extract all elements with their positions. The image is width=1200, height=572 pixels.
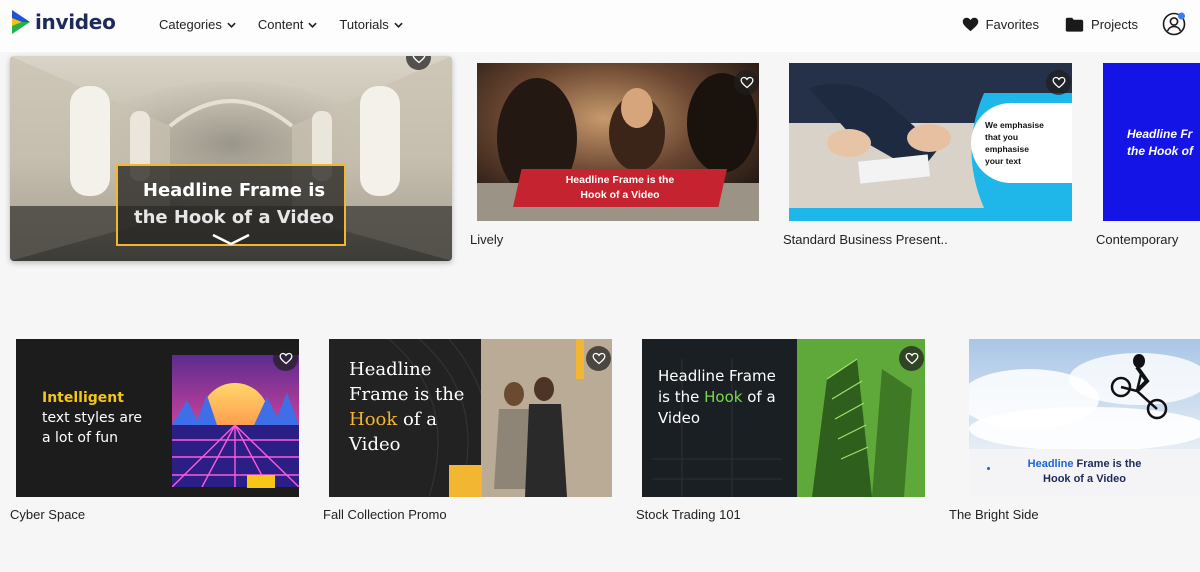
- cyber-text-line-3: a lot of fun: [42, 430, 119, 446]
- favorite-heart-button[interactable]: [1046, 70, 1071, 95]
- business-text-line-2: that you: [985, 132, 1019, 142]
- template-card-fall-collection[interactable]: Headline Frame is the Hook of a Video Fa…: [323, 339, 612, 524]
- nav-tutorials-label: Tutorials: [339, 17, 389, 32]
- lively-banner-line-1: Headline Frame is the: [565, 174, 675, 186]
- heart-outline-icon: [412, 56, 425, 64]
- template-card-standard-business[interactable]: We emphasise that you emphasise your tex…: [783, 63, 1072, 248]
- stock-hook-highlight: Hook: [704, 388, 743, 406]
- template-title: Standard Business Present..: [783, 232, 948, 247]
- template-card-bright-side[interactable]: Headline Frame is the Hook of a Video Th…: [949, 339, 1200, 524]
- heart-outline-icon: [740, 76, 753, 89]
- cyber-space-thumbnail: Intelligent text styles are a lot of fun: [16, 339, 299, 497]
- heart-outline-icon: [592, 352, 605, 365]
- stock-text-line-2-post: of a: [742, 388, 776, 406]
- chevron-down-icon: [394, 22, 403, 28]
- lively-thumbnail: Headline Frame is the Hook of a Video: [477, 63, 759, 221]
- projects-label: Projects: [1091, 16, 1138, 32]
- fall-collection-thumbnail: Headline Frame is the Hook of a Video: [329, 339, 612, 497]
- nav-categories[interactable]: Categories: [159, 17, 236, 32]
- fall-text-line-4: Video: [349, 434, 401, 455]
- sky-cyclist-image: [969, 339, 1200, 449]
- stock-text-line-3: Video: [658, 409, 701, 427]
- bright-text-line-2: Hook of a Video: [1043, 473, 1126, 485]
- fall-text-line-2: Frame is the: [349, 384, 465, 405]
- stock-text-line-1: Headline Frame: [658, 367, 776, 385]
- stock-text-line-2-pre: is the: [658, 388, 705, 406]
- heart-outline-icon: [1052, 76, 1065, 89]
- template-title: Cyber Space: [10, 507, 86, 522]
- favorites-label: Favorites: [985, 16, 1040, 32]
- synthwave-image: [172, 355, 299, 487]
- bright-side-thumbnail: Headline Frame is the Hook of a Video: [969, 339, 1200, 497]
- invideo-logo[interactable]: invideo: [10, 8, 116, 36]
- contemporary-text-line-2: the Hook of: [1127, 144, 1193, 158]
- favorite-heart-button[interactable]: [273, 346, 298, 371]
- invideo-logo-icon: [12, 10, 30, 34]
- cyber-yellow-block: [247, 475, 275, 488]
- chevron-down-icon: [308, 22, 318, 28]
- user-avatar[interactable]: [1162, 12, 1186, 36]
- template-card-contemporary[interactable]: Headline Fr the Hook of Contemporary: [1096, 63, 1200, 248]
- contemporary-text-line-1: Headline Fr: [1127, 127, 1193, 141]
- main-nav: Categories Content Tutorials: [159, 17, 403, 32]
- fall-hook-highlight: Hook: [349, 409, 398, 430]
- stock-trading-thumbnail: Headline Frame is the Hook of a Video: [642, 339, 925, 497]
- favorite-heart-button[interactable]: [586, 346, 611, 371]
- user-profile-icon: [1162, 12, 1186, 36]
- business-thumbnail: We emphasise that you emphasise your tex…: [789, 63, 1072, 221]
- headline-line-1: Headline Frame is: [142, 180, 326, 201]
- favorite-heart-button[interactable]: [734, 70, 759, 95]
- bright-text-line-1: Headline Frame is the: [969, 458, 1200, 470]
- projects-link[interactable]: Projects: [1065, 17, 1138, 32]
- bright-headline-highlight: Headline: [1027, 458, 1074, 470]
- logo-text: invideo: [35, 10, 116, 34]
- favorites-link[interactable]: Favorites: [962, 17, 1039, 32]
- stock-text-line-2: is the Hook of a: [658, 388, 776, 406]
- business-text-line-4: your text: [985, 156, 1021, 166]
- featured-thumbnail: Headline Frame is the Hook of a Video: [10, 56, 452, 261]
- nav-categories-label: Categories: [159, 17, 222, 32]
- chevron-down-icon: [227, 22, 236, 28]
- business-text-bubble: [971, 103, 1072, 183]
- folder-icon: [1065, 17, 1084, 32]
- user-nav: Favorites Projects: [962, 12, 1186, 36]
- nav-content-label: Content: [257, 17, 304, 32]
- heart-icon: [962, 17, 978, 31]
- template-title: Fall Collection Promo: [323, 507, 447, 522]
- nav-tutorials[interactable]: Tutorials: [339, 17, 403, 32]
- fall-text-line-3: Hook of a: [349, 409, 437, 430]
- heart-outline-icon: [279, 352, 292, 365]
- template-title: Stock Trading 101: [636, 507, 741, 522]
- business-text-line-3: emphasise: [985, 144, 1029, 154]
- bright-text-line-1-rest: Frame is the: [1073, 458, 1142, 470]
- cyber-highlight-text: Intelligent: [42, 390, 124, 406]
- favorite-heart-button[interactable]: [899, 346, 924, 371]
- top-navbar: invideo Categories Content Tutorials Fav…: [0, 0, 1200, 52]
- nav-content[interactable]: Content: [258, 17, 318, 32]
- template-title: Lively: [470, 232, 504, 247]
- fall-text-line-3-rest: of a: [397, 409, 437, 430]
- lively-banner-line-2: Hook of a Video: [580, 189, 660, 201]
- contemporary-thumbnail: Headline Fr the Hook of: [1103, 63, 1200, 221]
- heart-outline-icon: [905, 352, 918, 365]
- template-title: Contemporary: [1096, 232, 1179, 247]
- template-title: The Bright Side: [949, 507, 1039, 522]
- chevron-down-icon[interactable]: [211, 233, 251, 247]
- template-card-cyber-space[interactable]: Intelligent text styles are a lot of fun…: [10, 339, 299, 524]
- template-card-stock-trading[interactable]: Headline Frame is the Hook of a Video St…: [636, 339, 925, 524]
- fall-text-line-1: Headline: [349, 359, 432, 380]
- template-card-featured[interactable]: Headline Frame is the Hook of a Video: [10, 56, 452, 261]
- headline-line-2: the Hook of a Video: [133, 207, 335, 228]
- template-card-lively[interactable]: Headline Frame is the Hook of a Video Li…: [470, 63, 759, 248]
- cyber-text-line-2: text styles are: [42, 410, 143, 426]
- business-text-line-1: We emphasise: [985, 120, 1044, 130]
